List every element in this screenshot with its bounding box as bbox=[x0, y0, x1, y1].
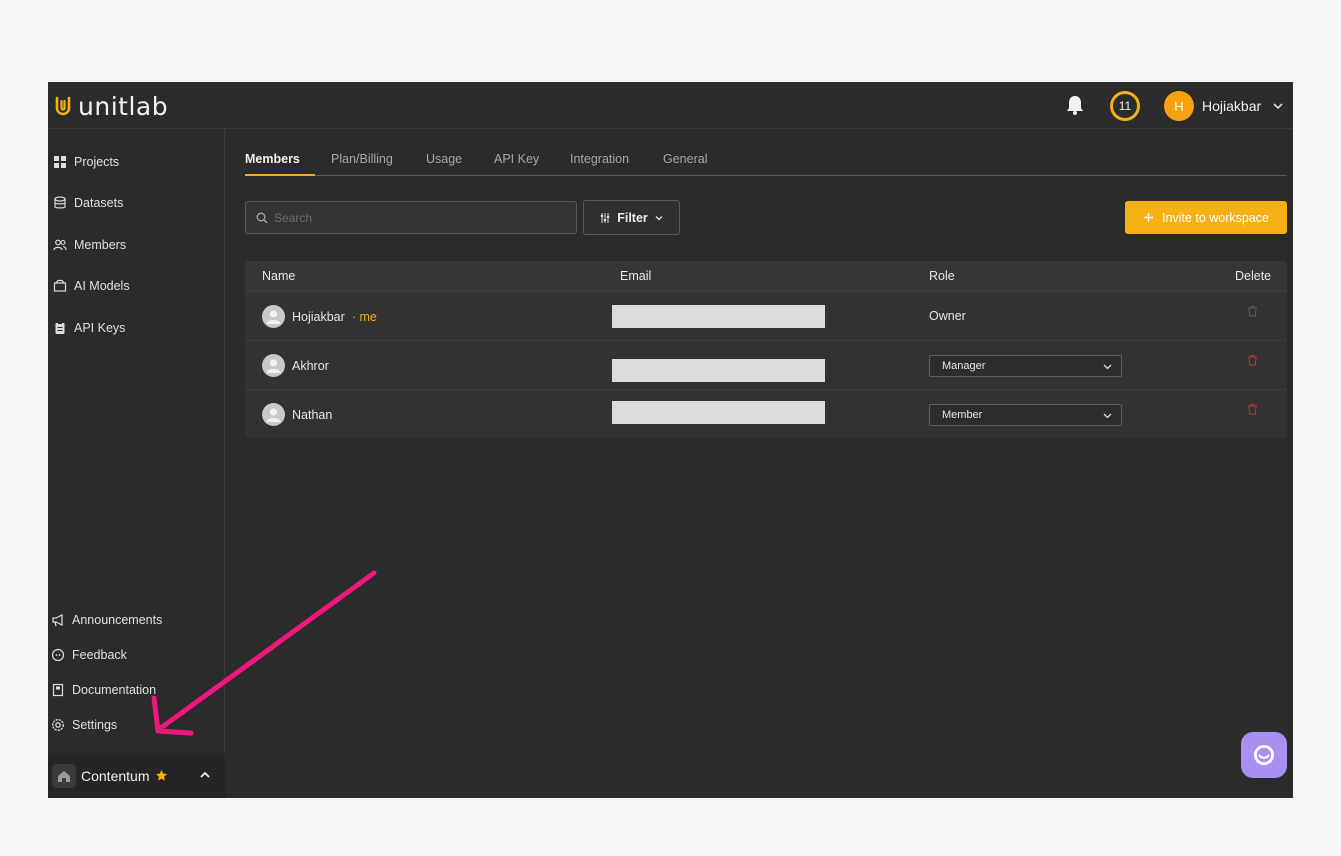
workspace-name: Contentum bbox=[81, 767, 150, 784]
invite-label: Invite to workspace bbox=[1162, 210, 1269, 225]
search-input[interactable] bbox=[274, 210, 554, 225]
table-header: Name Email Role Delete bbox=[245, 261, 1287, 291]
trash-icon[interactable] bbox=[1247, 354, 1258, 366]
column-header-email: Email bbox=[620, 269, 652, 283]
gear-icon bbox=[52, 719, 64, 731]
user-avatar-icon bbox=[262, 305, 285, 328]
sidebar-item-label: Projects bbox=[74, 155, 120, 169]
table-row: Nathan Member bbox=[245, 389, 1287, 438]
active-tab-indicator bbox=[245, 174, 315, 176]
tab-members[interactable]: Members bbox=[245, 152, 300, 166]
member-name-cell: Akhror bbox=[262, 354, 329, 377]
sidebar-item-ai-models[interactable]: AI Models bbox=[53, 276, 130, 296]
chevron-down-icon bbox=[1103, 413, 1112, 419]
database-icon bbox=[54, 196, 66, 209]
home-icon bbox=[52, 763, 76, 788]
trash-icon[interactable] bbox=[1247, 403, 1258, 415]
member-name-cell: Hojiakbar · me bbox=[262, 305, 377, 328]
grid-icon bbox=[54, 156, 66, 168]
table-row: Hojiakbar · me Owner bbox=[245, 291, 1287, 340]
sidebar: Projects Datasets Members AI Models API … bbox=[48, 129, 225, 798]
sidebar-item-members[interactable]: Members bbox=[53, 235, 126, 255]
app-window: unitlab 11 H Hojiakbar Projects Datasets… bbox=[48, 82, 1293, 798]
sidebar-item-projects[interactable]: Projects bbox=[53, 152, 119, 172]
logo-text: unitlab bbox=[78, 91, 169, 121]
book-icon bbox=[52, 683, 64, 697]
star-icon bbox=[156, 769, 168, 781]
sliders-icon bbox=[601, 212, 610, 223]
tab-usage[interactable]: Usage bbox=[426, 152, 462, 166]
redacted-email bbox=[612, 359, 825, 382]
unitlab-logo-icon bbox=[55, 96, 71, 116]
redacted-email bbox=[612, 401, 825, 424]
sidebar-item-settings[interactable]: Settings bbox=[51, 715, 117, 735]
member-name: Akhror bbox=[292, 358, 329, 373]
member-name: Hojiakbar bbox=[292, 309, 345, 324]
chat-icon bbox=[1254, 745, 1274, 765]
sidebar-item-label: API Keys bbox=[74, 321, 126, 335]
workspace-switcher[interactable]: Contentum bbox=[48, 753, 225, 798]
box-icon bbox=[53, 279, 67, 292]
megaphone-icon bbox=[52, 614, 63, 627]
column-header-delete: Delete bbox=[1235, 269, 1272, 283]
column-header-name: Name bbox=[262, 269, 296, 283]
chevron-down-icon bbox=[1273, 103, 1283, 110]
member-name-cell: Nathan bbox=[262, 403, 332, 426]
top-bar: unitlab 11 H Hojiakbar bbox=[48, 82, 1293, 129]
chevron-down-icon bbox=[655, 215, 663, 220]
column-header-role: Role bbox=[929, 269, 955, 283]
tab-general[interactable]: General bbox=[663, 152, 707, 166]
sidebar-item-feedback[interactable]: Feedback bbox=[51, 645, 127, 665]
bell-icon[interactable] bbox=[1065, 94, 1085, 116]
filter-button[interactable]: Filter bbox=[583, 200, 680, 235]
user-avatar-icon bbox=[262, 354, 285, 377]
users-icon bbox=[53, 239, 67, 251]
user-avatar-icon bbox=[262, 403, 285, 426]
sidebar-item-label: Settings bbox=[72, 718, 118, 732]
sidebar-item-label: Members bbox=[74, 238, 127, 252]
chevron-down-icon bbox=[1103, 364, 1112, 370]
sidebar-item-api-keys[interactable]: API Keys bbox=[53, 318, 125, 338]
search-icon bbox=[256, 212, 268, 223]
user-name: Hojiakbar bbox=[1202, 98, 1262, 114]
sidebar-item-label: Announcements bbox=[72, 613, 163, 627]
role-select-value: Manager bbox=[942, 360, 986, 372]
sidebar-item-label: Datasets bbox=[74, 196, 124, 210]
clipboard-icon bbox=[55, 322, 65, 334]
redacted-email bbox=[612, 305, 825, 328]
tab-plan-billing[interactable]: Plan/Billing bbox=[331, 152, 393, 166]
role-select[interactable]: Manager bbox=[929, 355, 1122, 377]
filter-label: Filter bbox=[617, 210, 648, 225]
search-box[interactable] bbox=[245, 201, 577, 234]
me-label: me bbox=[359, 309, 377, 324]
chat-widget-button[interactable] bbox=[1241, 732, 1287, 778]
role-select[interactable]: Member bbox=[929, 404, 1122, 426]
sidebar-item-label: Documentation bbox=[72, 683, 157, 697]
plus-icon bbox=[1144, 213, 1153, 222]
role-text: Owner bbox=[929, 309, 966, 323]
invite-to-workspace-button[interactable]: Invite to workspace bbox=[1125, 201, 1287, 234]
sidebar-item-label: Feedback bbox=[72, 648, 127, 662]
logo[interactable]: unitlab bbox=[54, 91, 169, 121]
sidebar-item-label: AI Models bbox=[74, 279, 130, 293]
sidebar-item-datasets[interactable]: Datasets bbox=[53, 193, 123, 213]
user-menu[interactable]: H Hojiakbar bbox=[1164, 91, 1285, 121]
member-name: Nathan bbox=[292, 407, 333, 422]
credits-badge[interactable]: 11 bbox=[1110, 91, 1140, 121]
sidebar-item-announcements[interactable]: Announcements bbox=[51, 610, 162, 630]
members-table: Name Email Role Delete Hojiakbar · me Ow… bbox=[245, 261, 1287, 438]
me-tag: · me bbox=[352, 310, 377, 324]
role-select-value: Member bbox=[942, 409, 983, 421]
user-avatar: H bbox=[1164, 91, 1194, 121]
tab-api-key[interactable]: API Key bbox=[494, 152, 539, 166]
chevron-up-icon[interactable] bbox=[198, 768, 212, 782]
trash-icon bbox=[1248, 306, 1257, 317]
settings-tabs: Members Plan/Billing Usage API Key Integ… bbox=[245, 148, 1287, 176]
tab-integration[interactable]: Integration bbox=[570, 152, 629, 166]
chat-bubble-icon bbox=[51, 648, 65, 662]
sidebar-item-documentation[interactable]: Documentation bbox=[51, 680, 156, 700]
table-row: Akhror Manager bbox=[245, 340, 1287, 389]
